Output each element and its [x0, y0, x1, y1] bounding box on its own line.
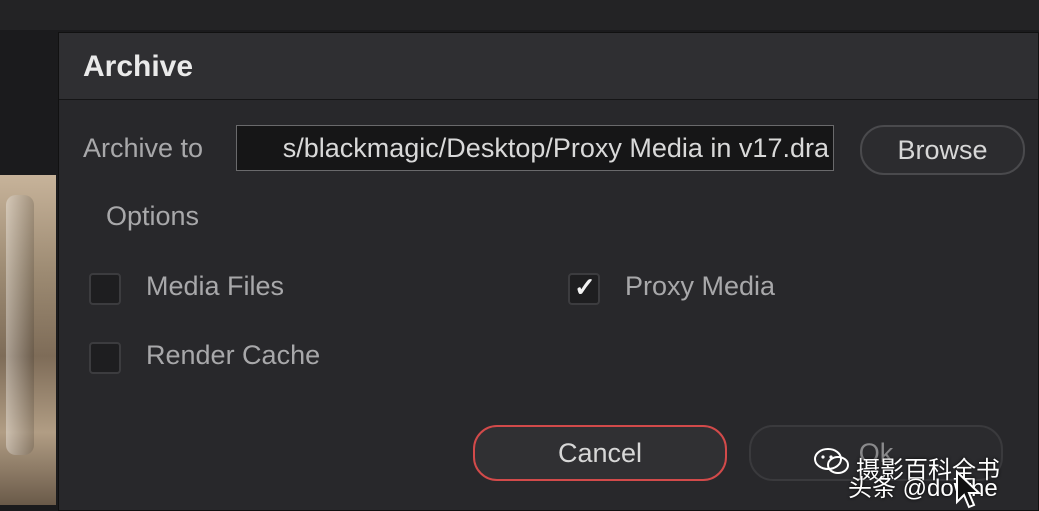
media-files-checkbox[interactable] [89, 273, 121, 305]
background-thumbnail [0, 175, 56, 505]
media-files-label: Media Files [146, 271, 285, 301]
options-label: Options [106, 201, 200, 231]
render-cache-checkbox[interactable] [89, 342, 121, 374]
proxy-media-checkbox[interactable]: ✓ [568, 272, 600, 305]
render-cache-label: Render Cache [146, 340, 321, 370]
background-toolbar [0, 0, 1039, 30]
proxy-media-label: Proxy Media [625, 271, 776, 301]
archive-dialog: Archive Archive to s/blackmagic/Desktop/… [58, 32, 1039, 511]
mouse-cursor-icon [956, 470, 982, 509]
dialog-title: Archive [83, 50, 194, 83]
archive-path-field[interactable]: s/blackmagic/Desktop/Proxy Media in v17.… [236, 125, 834, 171]
dialog-titlebar: Archive [59, 33, 1038, 100]
wechat-icon [814, 448, 849, 474]
browse-button[interactable]: Browse [860, 125, 1025, 175]
archive-to-label: Archive to [83, 133, 204, 163]
cancel-button[interactable]: Cancel [473, 425, 727, 481]
checkmark-icon: ✓ [574, 272, 596, 302]
